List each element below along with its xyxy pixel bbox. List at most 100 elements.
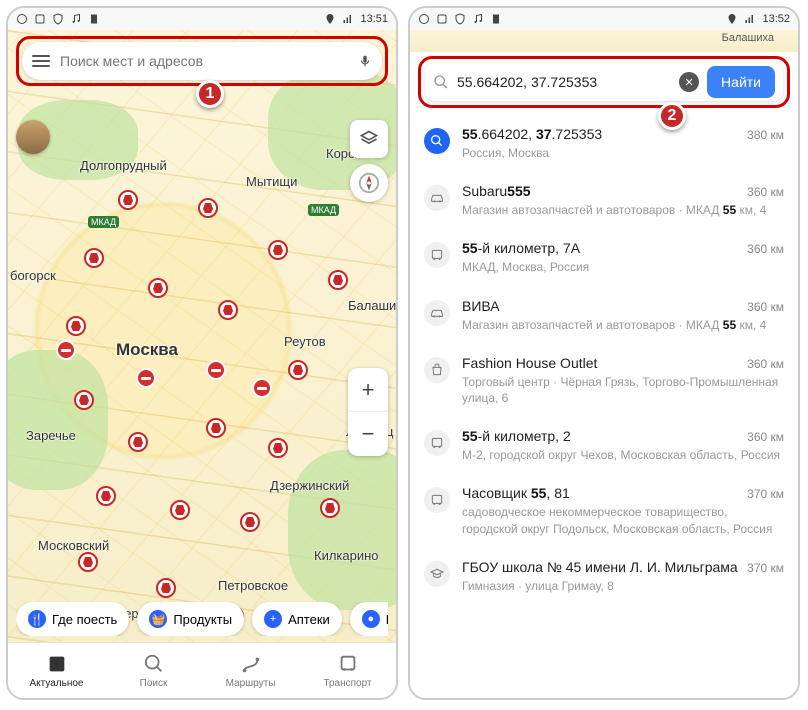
zoom-out-button[interactable]: − <box>348 412 388 456</box>
result-item[interactable]: 55.664202, 37.725353380 кмРоссия, Москва <box>410 116 798 173</box>
map-canvas[interactable]: ДолгопрудныйМытищиКоролёвБалашиРеутовМос… <box>8 30 396 698</box>
bus-icon <box>337 653 359 675</box>
compass-button[interactable] <box>350 164 388 202</box>
compass-icon <box>358 172 380 194</box>
result-distance: 380 км <box>747 128 784 142</box>
avatar[interactable] <box>16 120 50 154</box>
shield-icon <box>52 13 64 25</box>
traffic-icon[interactable] <box>288 360 308 380</box>
traffic-icon[interactable] <box>268 240 288 260</box>
category-chip[interactable]: +Аптеки <box>252 602 342 636</box>
nav-search[interactable]: Поиск <box>105 643 202 698</box>
city-label: Москва <box>116 340 178 360</box>
callout-marker-2: 2 <box>658 102 686 130</box>
traffic-icon[interactable] <box>328 270 348 290</box>
nav-route[interactable]: Маршруты <box>202 643 299 698</box>
phone-left: 13:51 ДолгопрудныйМытищиКоролёвБалашиРеу… <box>6 6 398 700</box>
result-title: ГБОУ школа № 45 имени Л. И. Мильграма <box>462 559 738 575</box>
traffic-icon[interactable] <box>84 248 104 268</box>
find-button[interactable]: Найти <box>707 66 775 98</box>
search-bar[interactable] <box>22 42 382 80</box>
route-icon <box>240 653 262 675</box>
notif-icon <box>34 13 46 25</box>
city-label: богорск <box>10 268 56 283</box>
city-label: Дзержинский <box>270 478 349 493</box>
traffic-icon[interactable] <box>198 198 218 218</box>
status-bar: 13:52 <box>410 8 798 30</box>
result-title: Fashion House Outlet <box>462 355 597 371</box>
layers-button[interactable] <box>350 120 388 158</box>
result-distance: 370 км <box>747 487 784 501</box>
clear-button[interactable]: ✕ <box>679 72 699 92</box>
result-title: Часовщик 55, 81 <box>462 485 570 501</box>
traffic-icon[interactable] <box>118 190 138 210</box>
traffic-icon[interactable] <box>148 278 168 298</box>
result-item[interactable]: 55-й километр, 7А360 кмМКАД, Москва, Рос… <box>410 230 798 287</box>
feed-icon <box>46 653 68 675</box>
bus-icon <box>424 487 450 513</box>
result-item[interactable]: Fashion House Outlet360 кмТорговый центр… <box>410 345 798 418</box>
search-highlight: ✕ Найти <box>418 56 790 108</box>
nav-bus[interactable]: Транспорт <box>299 643 396 698</box>
search-highlight <box>16 36 388 86</box>
traffic-icon[interactable] <box>206 418 226 438</box>
city-label: Балашиха <box>722 32 774 44</box>
chip-label: Где поесть <box>52 612 117 627</box>
noentry-icon[interactable] <box>206 360 226 380</box>
grad-icon <box>424 561 450 587</box>
result-title: 55.664202, 37.725353 <box>462 126 602 142</box>
result-item[interactable]: Часовщик 55, 81370 кмсадоводческое неком… <box>410 475 798 548</box>
city-label: Балаши <box>348 298 396 313</box>
location-icon <box>324 13 336 25</box>
category-chip[interactable]: ●К <box>350 602 388 636</box>
result-title: 55-й километр, 2 <box>462 428 571 444</box>
traffic-icon[interactable] <box>170 500 190 520</box>
result-item[interactable]: ВИВА 360 км Магазин автозапчастей и автото… <box>410 288 798 345</box>
chip-label: К <box>386 612 388 627</box>
category-chip[interactable]: 🧺 Продукты <box>137 602 244 636</box>
phone-right: 13:52 Балашиха ✕ Найти 2 55.664202, 37.7… <box>408 6 800 700</box>
traffic-icon[interactable] <box>66 316 86 336</box>
mic-icon[interactable] <box>358 52 372 70</box>
search-blue-icon <box>424 128 450 154</box>
traffic-icon[interactable] <box>268 438 288 458</box>
search-input[interactable] <box>60 53 358 69</box>
dot-icon: ● <box>362 610 380 628</box>
noentry-icon[interactable] <box>56 340 76 360</box>
traffic-icon[interactable] <box>240 512 260 532</box>
traffic-icon[interactable] <box>156 578 176 598</box>
traffic-icon[interactable] <box>218 300 238 320</box>
result-title: 55-й километр, 7А <box>462 240 580 256</box>
status-bar: 13:51 <box>8 8 396 30</box>
result-item[interactable]: Subaru555360 кмМагазин автозапчастей и а… <box>410 173 798 230</box>
chip-label: Аптеки <box>288 612 330 627</box>
search-input[interactable] <box>457 74 671 90</box>
result-title: ВИВА <box>462 298 500 314</box>
chip-label: Продукты <box>173 612 232 627</box>
traffic-icon[interactable] <box>74 390 94 410</box>
nav-label: Актуальное <box>30 678 84 689</box>
result-distance: 360 км <box>747 300 784 314</box>
result-item[interactable]: ГБОУ школа № 45 имени Л. И. Мильграма 370… <box>410 549 798 606</box>
traffic-icon[interactable] <box>78 552 98 572</box>
traffic-icon[interactable] <box>128 432 148 452</box>
menu-icon[interactable] <box>32 55 50 67</box>
result-subtitle: Магазин автозапчастей и автотоваров · МК… <box>462 317 784 333</box>
category-chip[interactable]: 🍴Где поесть <box>16 602 129 636</box>
noentry-icon[interactable] <box>136 368 156 388</box>
traffic-icon[interactable] <box>96 486 116 506</box>
search-icon <box>143 653 165 675</box>
nav-feed[interactable]: Актуальное <box>8 643 105 698</box>
search-bar[interactable]: ✕ Найти <box>425 63 783 101</box>
result-distance: 360 км <box>747 185 784 199</box>
zoom-in-button[interactable]: + <box>348 368 388 412</box>
noentry-icon[interactable] <box>252 378 272 398</box>
city-label: Реутов <box>284 334 326 349</box>
result-distance: 370 км <box>747 561 784 575</box>
city-label: Килкарино <box>314 548 379 563</box>
traffic-icon[interactable] <box>320 498 340 518</box>
clock: 13:51 <box>360 13 388 25</box>
car-icon <box>424 185 450 211</box>
result-item[interactable]: 55-й километр, 2360 кмМ-2, городской окр… <box>410 418 798 475</box>
basket-icon: 🧺 <box>149 610 167 628</box>
